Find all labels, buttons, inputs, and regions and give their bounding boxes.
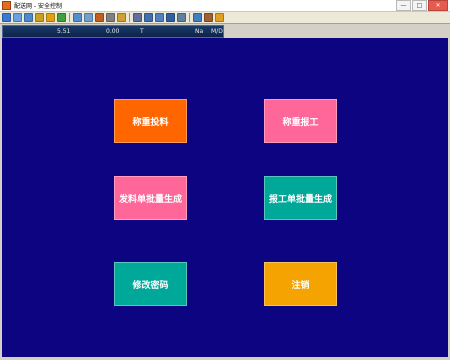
lock-icon[interactable]: [117, 13, 126, 22]
toolbar-separator: [129, 13, 130, 22]
tools-icon[interactable]: [204, 13, 213, 22]
toolbar: [0, 12, 450, 24]
batch-issue-note-button[interactable]: 发料单批量生成: [114, 176, 187, 220]
window-icon[interactable]: [144, 13, 153, 22]
window-controls: — □ ✕: [395, 0, 448, 11]
toolbar-separator: [189, 13, 190, 22]
exit-icon[interactable]: [215, 13, 224, 22]
maximize-button[interactable]: □: [412, 0, 427, 11]
edit-icon[interactable]: [35, 13, 44, 22]
close-button[interactable]: ✕: [428, 0, 448, 11]
star-icon[interactable]: [46, 13, 55, 22]
message-icon[interactable]: [84, 13, 93, 22]
status-field-a: Na: [195, 28, 204, 35]
user-icon[interactable]: [95, 13, 104, 22]
weigh-feed-button[interactable]: 称重投料: [114, 99, 187, 143]
paste-icon[interactable]: [24, 13, 33, 22]
toolbar-separator: [69, 13, 70, 22]
main-panel: 称重投料 称重报工 发料单批量生成 报工单批量生成 修改密码 注销: [2, 38, 448, 357]
change-password-button[interactable]: 修改密码: [114, 262, 187, 306]
logout-button[interactable]: 注销: [264, 262, 337, 306]
cascade-icon[interactable]: [155, 13, 164, 22]
weigh-report-button[interactable]: 称重报工: [264, 99, 337, 143]
app-icon: [2, 1, 11, 10]
title-bar: 配送网 - 安全控制 — □ ✕: [0, 0, 450, 12]
window-title: 配送网 - 安全控制: [14, 3, 62, 10]
unit-label: T: [140, 28, 144, 35]
print-icon[interactable]: [106, 13, 115, 22]
batch-report-note-button[interactable]: 报工单批量生成: [264, 176, 337, 220]
calc-icon[interactable]: [177, 13, 186, 22]
scale-readout: 5.51 0.00 T Na M/D: [2, 25, 224, 38]
tare-value: 0.00: [106, 28, 120, 35]
settings-icon[interactable]: [133, 13, 142, 22]
minimize-button[interactable]: —: [396, 0, 411, 11]
status-field-b: M/D: [211, 28, 223, 35]
grid-icon[interactable]: [166, 13, 175, 22]
cut-icon[interactable]: [2, 13, 11, 22]
link-icon[interactable]: [57, 13, 66, 22]
weight-value: 5.51: [57, 28, 71, 35]
people-icon[interactable]: [73, 13, 82, 22]
copy-icon[interactable]: [13, 13, 22, 22]
chart-icon[interactable]: [193, 13, 202, 22]
